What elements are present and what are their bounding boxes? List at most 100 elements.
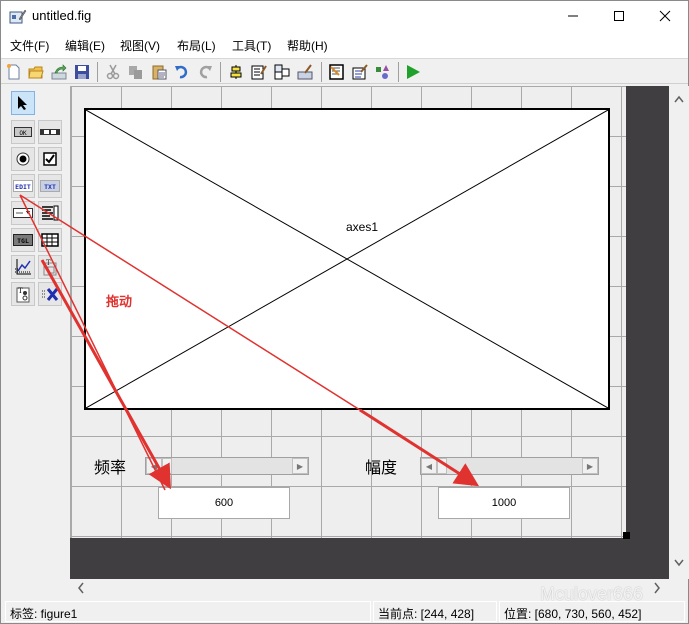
window-title: untitled.fig	[32, 8, 92, 23]
activex-icon	[42, 288, 59, 301]
close-button[interactable]	[642, 1, 688, 31]
popup-menu-icon	[13, 208, 33, 218]
slider-right-arrow[interactable]: ▶	[292, 458, 308, 474]
redo-icon	[199, 65, 212, 78]
menu-editor-icon	[251, 64, 267, 79]
close-icon	[659, 10, 671, 22]
menu-tools[interactable]: 工具(T)	[232, 37, 271, 54]
menu-edit[interactable]: 编辑(E)	[65, 37, 105, 54]
svg-text:OK: OK	[19, 130, 27, 137]
toolbar-editor-icon	[297, 63, 312, 79]
vertical-scrollbar[interactable]	[669, 86, 689, 579]
run-button[interactable]	[403, 62, 422, 81]
scroll-right-icon[interactable]	[650, 579, 664, 597]
minimize-icon	[568, 15, 578, 17]
check-box-icon	[43, 152, 57, 166]
paste-button[interactable]	[149, 62, 168, 81]
cut-icon	[106, 64, 119, 79]
object-browser-icon	[375, 64, 389, 79]
menu-editor-button[interactable]	[249, 62, 268, 81]
list-box-icon	[42, 205, 59, 221]
toolbar	[1, 58, 688, 84]
amplitude-label[interactable]: 幅度	[365, 454, 397, 478]
palette-panel[interactable]: T	[38, 255, 62, 279]
palette-popup-menu[interactable]	[11, 201, 35, 225]
minimize-button[interactable]	[550, 1, 596, 31]
svg-text:T: T	[46, 259, 51, 267]
frequency-edit[interactable]: 600	[158, 487, 290, 519]
export-button[interactable]	[49, 62, 68, 81]
copy-button[interactable]	[126, 62, 145, 81]
palette-table[interactable]	[38, 228, 62, 252]
scroll-left-icon[interactable]	[74, 579, 88, 597]
toolbar-separator	[220, 62, 221, 82]
slider-thumb[interactable]	[437, 458, 447, 474]
property-inspector-icon	[352, 63, 368, 79]
redo-button[interactable]	[195, 62, 214, 81]
palette-axes[interactable]	[11, 255, 35, 279]
slider-left-arrow[interactable]: ◀	[421, 458, 437, 474]
maximize-icon	[614, 11, 624, 21]
status-current-point: 当前点: [244, 428]	[373, 601, 497, 622]
toolbar-separator	[398, 62, 399, 82]
axes-icon	[15, 259, 31, 275]
tab-order-button[interactable]	[272, 62, 291, 81]
axes1-label: axes1	[346, 220, 379, 234]
undo-button[interactable]	[172, 62, 191, 81]
svg-text:EDIT: EDIT	[15, 183, 31, 191]
palette-list-box[interactable]	[38, 201, 62, 225]
palette-check-box[interactable]	[38, 147, 62, 171]
palette-radio-button[interactable]	[11, 147, 35, 171]
guide-window: untitled.fig 文件(F) 编辑(E) 视图(V) 布局(L) 工具(…	[0, 0, 689, 624]
cut-button[interactable]	[103, 62, 122, 81]
push-button-icon: OK	[14, 127, 32, 137]
object-browser-button[interactable]	[373, 62, 392, 81]
maximize-button[interactable]	[596, 1, 642, 31]
menu-file[interactable]: 文件(F)	[10, 37, 49, 54]
menu-bar: 文件(F) 编辑(E) 视图(V) 布局(L) 工具(T) 帮助(H)	[1, 31, 688, 58]
run-icon	[406, 64, 420, 79]
palette-push-button[interactable]: OK	[11, 120, 35, 144]
palette-button-group[interactable]: T	[11, 282, 35, 306]
copy-icon	[128, 65, 142, 79]
save-button[interactable]	[72, 62, 91, 81]
component-palette: OK EDIT TXT TGL T T	[1, 85, 69, 585]
menu-layout[interactable]: 布局(L)	[177, 37, 216, 54]
toolbar-editor-button[interactable]	[295, 62, 314, 81]
amplitude-edit[interactable]: 1000	[438, 487, 570, 519]
palette-select[interactable]	[11, 91, 35, 115]
slider-icon	[40, 129, 60, 135]
menu-view[interactable]: 视图(V)	[120, 37, 160, 54]
edit-text-icon: EDIT	[13, 180, 33, 192]
palette-toggle-button[interactable]: TGL	[11, 228, 35, 252]
frequency-label[interactable]: 频率	[94, 454, 126, 478]
new-file-button[interactable]	[4, 62, 23, 81]
scroll-up-icon[interactable]	[669, 92, 689, 106]
open-button[interactable]	[26, 62, 45, 81]
palette-static-text[interactable]: TXT	[38, 174, 62, 198]
scroll-down-icon[interactable]	[669, 556, 689, 570]
align-button[interactable]	[226, 62, 245, 81]
editor-button[interactable]	[327, 62, 346, 81]
axes1-component[interactable]: axes1	[84, 108, 610, 410]
svg-text:TGL: TGL	[17, 237, 29, 245]
menu-help[interactable]: 帮助(H)	[287, 37, 328, 54]
title-bar: untitled.fig	[1, 1, 688, 31]
amplitude-slider[interactable]: ◀ ▶	[420, 457, 599, 475]
slider-right-arrow[interactable]: ▶	[582, 458, 598, 474]
align-icon	[230, 64, 241, 79]
property-inspector-button[interactable]	[350, 62, 369, 81]
palette-slider[interactable]	[38, 120, 62, 144]
palette-activex[interactable]	[38, 282, 62, 306]
new-file-icon	[6, 63, 19, 79]
palette-edit-text[interactable]: EDIT	[11, 174, 35, 198]
slider-thumb[interactable]	[162, 458, 172, 474]
frequency-slider[interactable]: ◀ ▶	[145, 457, 309, 475]
layout-canvas[interactable]: axes1 频率 ◀ ▶ 600 幅度 ◀ ▶ 1000	[70, 86, 669, 579]
figure-resize-handle[interactable]	[623, 532, 630, 539]
panel-icon: T	[43, 259, 57, 276]
svg-text:TXT: TXT	[44, 183, 56, 191]
open-folder-icon	[27, 66, 44, 78]
pointer-icon	[18, 96, 27, 110]
slider-left-arrow[interactable]: ◀	[146, 458, 162, 474]
